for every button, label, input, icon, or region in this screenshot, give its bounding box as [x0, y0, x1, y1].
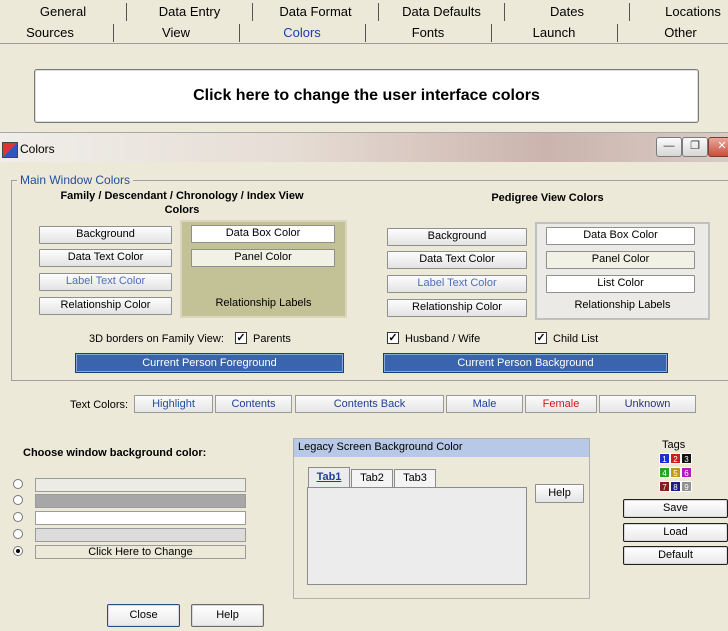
family-data-text-color-button[interactable]: Data Text Color [39, 249, 172, 267]
app-shield-icon [2, 142, 18, 158]
legacy-tab-1[interactable]: Tab1 [308, 467, 350, 488]
tab-sources[interactable]: Sources [0, 22, 100, 43]
child-list-checkbox[interactable]: ✓ [535, 332, 547, 344]
family-panel-color-button[interactable]: Panel Color [191, 249, 335, 267]
pedigree-data-box-color-button[interactable]: Data Box Color [546, 227, 695, 245]
close-button[interactable]: Close [107, 604, 180, 627]
female-color-button[interactable]: Female [525, 395, 597, 413]
contents-color-button[interactable]: Contents [215, 395, 292, 413]
pedigree-label-text-color-button[interactable]: Label Text Color [387, 275, 527, 293]
husband-wife-checkbox-label: Husband / Wife [405, 333, 481, 345]
main-window-colors-label: Main Window Colors [17, 173, 134, 187]
legacy-background-title: Legacy Screen Background Color [294, 439, 589, 457]
child-list-checkbox-label: Child List [553, 333, 599, 345]
tag-4[interactable]: 4 [659, 467, 670, 478]
options-tab-row-2: Sources View Colors Fonts Launch Other [0, 22, 728, 43]
bg-option-radio[interactable] [13, 479, 23, 489]
pedigree-relationship-color-button[interactable]: Relationship Color [387, 299, 527, 317]
bg-option-radio[interactable] [13, 529, 23, 539]
family-relationship-labels: Relationship Labels [215, 297, 312, 309]
colors-window-titlebar: Colors — ❐ ✕ [0, 132, 728, 162]
parents-checkbox-label: Parents [253, 333, 291, 345]
legacy-tab-content [307, 487, 527, 585]
legacy-tab-2[interactable]: Tab2 [351, 469, 393, 488]
tab-general[interactable]: General [0, 1, 126, 22]
tab-data-entry[interactable]: Data Entry [127, 1, 252, 22]
text-colors-label: Text Colors: [70, 399, 129, 411]
help-button[interactable]: Help [191, 604, 264, 627]
family-relationship-color-button[interactable]: Relationship Color [39, 297, 172, 315]
load-button[interactable]: Load [623, 523, 728, 542]
family-view-colors-header: Family / Descendant / Chronology / Index… [60, 190, 304, 216]
change-ui-colors-button[interactable]: Click here to change the user interface … [34, 69, 699, 123]
restore-icon[interactable]: ❐ [682, 137, 708, 157]
unknown-color-button[interactable]: Unknown [599, 395, 696, 413]
tag-2[interactable]: 2 [670, 453, 681, 464]
tab-locations[interactable]: Locations [630, 1, 728, 22]
parents-checkbox[interactable]: ✓ [235, 332, 247, 344]
contents-back-color-button[interactable]: Contents Back [295, 395, 444, 413]
family-data-box-color-button[interactable]: Data Box Color [191, 225, 335, 243]
tab-data-defaults[interactable]: Data Defaults [379, 1, 504, 22]
close-icon[interactable]: ✕ [708, 137, 728, 157]
bg-option-radio[interactable] [13, 495, 23, 505]
pedigree-background-button[interactable]: Background [387, 228, 527, 246]
window-title: Colors [20, 142, 55, 156]
pedigree-panel-color-button[interactable]: Panel Color [546, 251, 695, 269]
tab-other[interactable]: Other [618, 22, 728, 43]
tag-9[interactable]: 9 [681, 481, 692, 492]
current-person-background-button[interactable]: Current Person Background [383, 353, 668, 373]
tab-fonts[interactable]: Fonts [366, 22, 490, 43]
pedigree-view-colors-header: Pedigree View Colors [491, 192, 604, 204]
legacy-tab-3[interactable]: Tab3 [394, 469, 436, 488]
bg-option-swatch[interactable] [35, 494, 246, 508]
family-background-button[interactable]: Background [39, 226, 172, 244]
tag-1[interactable]: 1 [659, 453, 670, 464]
tab-row-underline [0, 43, 728, 44]
tab-colors[interactable]: Colors [240, 22, 364, 43]
family-label-text-color-button[interactable]: Label Text Color [39, 273, 172, 291]
bg-option-swatch[interactable] [35, 478, 246, 492]
pedigree-relationship-labels: Relationship Labels [574, 299, 671, 311]
bg-option-swatch[interactable] [35, 528, 246, 542]
current-person-foreground-button[interactable]: Current Person Foreground [75, 353, 344, 373]
tag-5[interactable]: 5 [670, 467, 681, 478]
tag-7[interactable]: 7 [659, 481, 670, 492]
tab-view[interactable]: View [114, 22, 238, 43]
3d-borders-label: 3D borders on Family View: [89, 333, 224, 345]
pedigree-list-color-button[interactable]: List Color [546, 275, 695, 293]
tags-label: Tags [662, 439, 686, 451]
bg-option-radio-selected[interactable] [13, 546, 23, 556]
tag-6[interactable]: 6 [681, 467, 692, 478]
bg-option-swatch[interactable] [35, 511, 246, 525]
tab-launch[interactable]: Launch [492, 22, 616, 43]
tags-grid: 1 2 3 4 5 6 7 8 9 [659, 453, 692, 493]
husband-wife-checkbox[interactable]: ✓ [387, 332, 399, 344]
tab-dates[interactable]: Dates [505, 1, 629, 22]
tag-3[interactable]: 3 [681, 453, 692, 464]
default-button[interactable]: Default [623, 546, 728, 565]
window-background-label: Choose window background color: [23, 447, 207, 459]
pedigree-data-text-color-button[interactable]: Data Text Color [387, 251, 527, 269]
save-button[interactable]: Save [623, 499, 728, 518]
bg-custom-swatch[interactable]: Click Here to Change [35, 545, 246, 559]
options-tab-row-1: General Data Entry Data Format Data Defa… [0, 1, 728, 22]
legacy-help-button[interactable]: Help [535, 484, 584, 503]
bg-option-radio[interactable] [13, 512, 23, 522]
tab-data-format[interactable]: Data Format [253, 1, 378, 22]
male-color-button[interactable]: Male [446, 395, 523, 413]
tag-8[interactable]: 8 [670, 481, 681, 492]
minimize-icon[interactable]: — [656, 137, 682, 157]
highlight-color-button[interactable]: Highlight [134, 395, 213, 413]
